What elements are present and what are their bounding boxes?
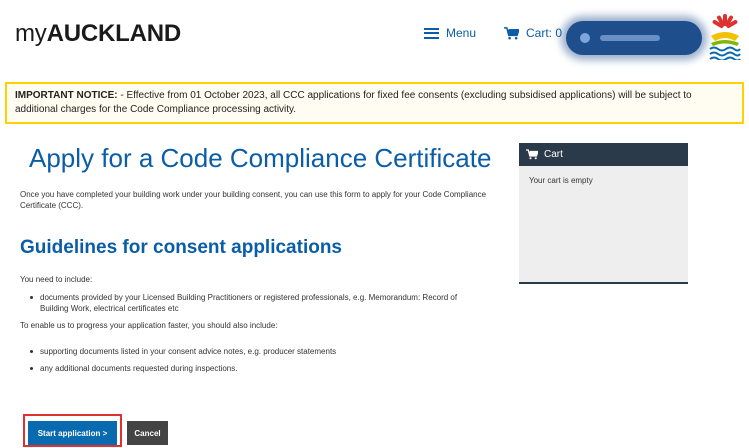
brand-logo-text[interactable]: myAUCKLAND xyxy=(15,20,181,48)
brand-name: AUCKLAND xyxy=(46,20,182,47)
important-notice-banner: IMPORTANT NOTICE: - Effective from 01 Oc… xyxy=(5,82,744,124)
cart-empty-message: Your cart is empty xyxy=(529,176,593,185)
auckland-council-logo xyxy=(709,14,741,60)
top-navigation-bar: myAUCKLAND Menu Cart: 0 xyxy=(0,0,749,72)
required-documents-list: documents provided by your Licensed Buil… xyxy=(30,292,470,320)
cart-panel: Cart Your cart is empty xyxy=(519,143,688,284)
shopping-cart-icon xyxy=(504,26,519,39)
guidelines-heading: Guidelines for consent applications xyxy=(20,237,342,258)
cart-button[interactable]: Cart: 0 xyxy=(504,26,562,40)
menu-button[interactable]: Menu xyxy=(424,26,476,40)
list-item: documents provided by your Licensed Buil… xyxy=(30,292,470,314)
cart-panel-header: Cart xyxy=(519,143,688,166)
hamburger-icon xyxy=(424,27,439,39)
list-item: any additional documents requested durin… xyxy=(30,363,470,374)
page-title: Apply for a Code Compliance Certificate xyxy=(29,143,492,173)
shopping-cart-icon xyxy=(526,149,538,160)
notice-label: IMPORTANT NOTICE: xyxy=(15,90,118,101)
intro-paragraph: Once you have completed your building wo… xyxy=(20,190,487,210)
user-name-redacted xyxy=(600,35,660,41)
start-application-button[interactable]: Start application > xyxy=(28,421,117,445)
cart-count-label: Cart: 0 xyxy=(526,26,563,40)
menu-label: Menu xyxy=(446,26,477,40)
cancel-button[interactable]: Cancel xyxy=(127,421,168,445)
cart-panel-title: Cart xyxy=(544,149,563,160)
enable-text: To enable us to progress your applicatio… xyxy=(20,321,278,330)
need-include-text: You need to include: xyxy=(20,275,93,284)
user-account-button[interactable] xyxy=(566,21,702,55)
list-item: supporting documents listed in your cons… xyxy=(30,346,470,357)
user-avatar-icon xyxy=(580,33,590,43)
optional-documents-list: supporting documents listed in your cons… xyxy=(30,346,470,380)
brand-prefix: my xyxy=(15,20,47,47)
